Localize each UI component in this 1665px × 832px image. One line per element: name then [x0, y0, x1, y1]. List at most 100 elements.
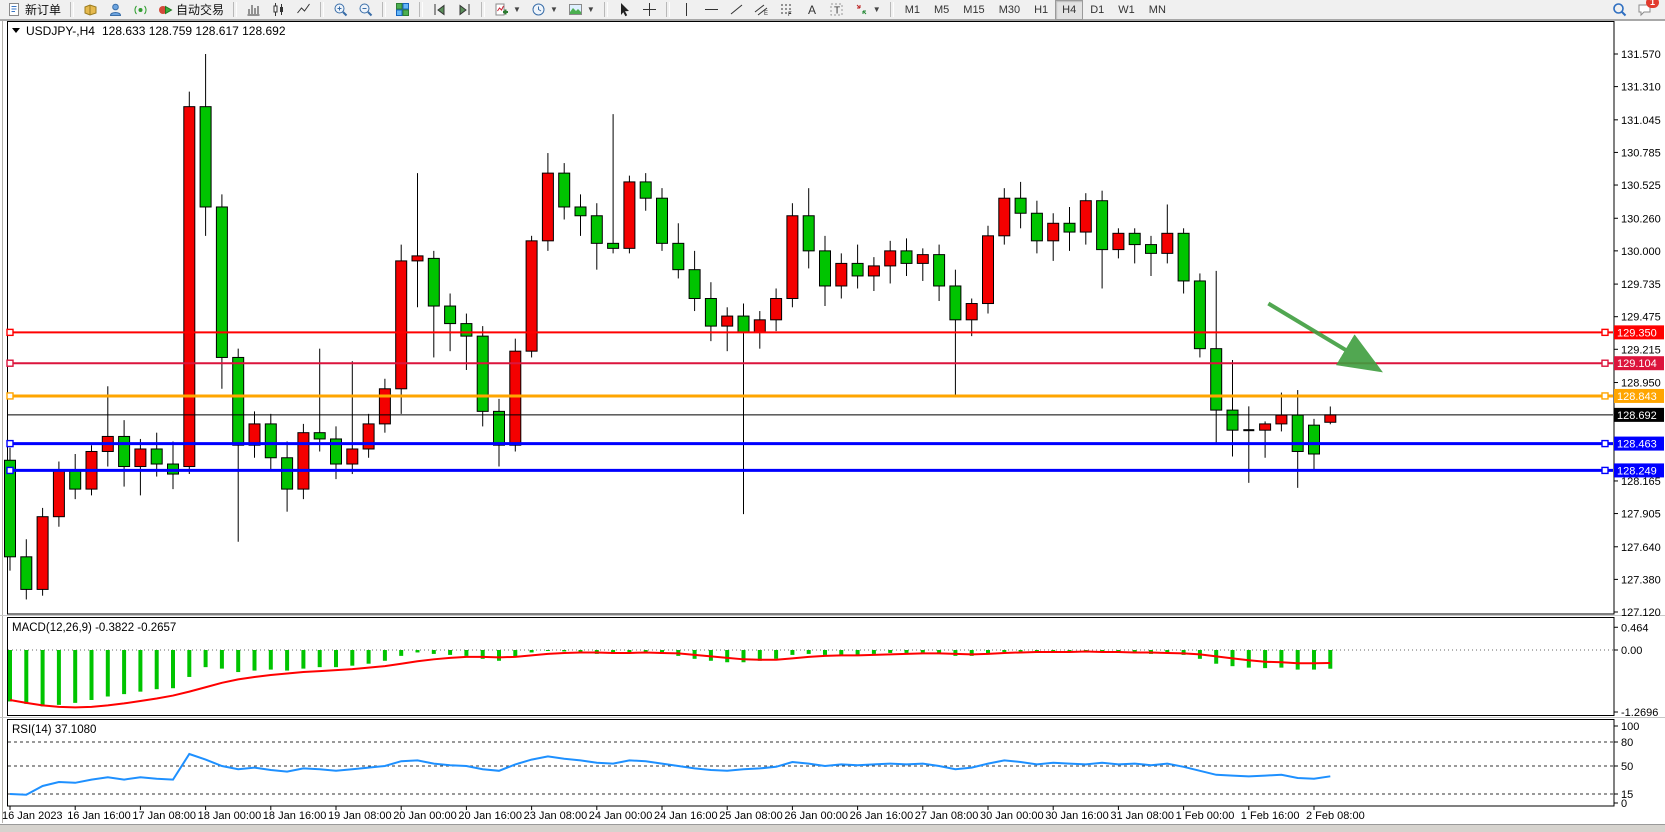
candle-body	[184, 107, 195, 467]
time-tick-label: 26 Jan 00:00	[784, 810, 848, 822]
chart-shift-button[interactable]	[427, 0, 452, 20]
toolbar-group-1: 自动交易	[78, 0, 229, 20]
indicators-button[interactable]: ▼	[489, 0, 526, 20]
auto-scroll-button[interactable]	[452, 0, 477, 20]
price-level-label: 128.692	[1617, 410, 1657, 422]
tf-h4-button[interactable]: H4	[1055, 0, 1083, 20]
level-line-handle	[1602, 467, 1608, 473]
candle-body	[396, 261, 407, 389]
tf-d1-button[interactable]: D1	[1083, 0, 1111, 20]
contacts-button[interactable]	[103, 0, 128, 20]
candle-body	[347, 449, 358, 464]
candle-body	[983, 236, 994, 304]
zoom-in-button[interactable]	[328, 0, 353, 20]
crosshair-button[interactable]	[637, 0, 662, 20]
tiles-glyph	[395, 2, 410, 17]
tf-h1-button-label: H1	[1034, 4, 1048, 16]
history-center-button[interactable]	[78, 0, 103, 20]
periods-button[interactable]: ▼	[526, 0, 563, 20]
search-button[interactable]	[1607, 0, 1632, 20]
tf-m30-button[interactable]: M30	[992, 0, 1027, 20]
candle-body	[1129, 233, 1140, 244]
candle-body	[966, 304, 977, 320]
candle-body	[1146, 245, 1157, 254]
horizontal-line-button[interactable]	[699, 0, 724, 20]
price-tick-label: 128.950	[1621, 378, 1661, 390]
price-level-label: 128.249	[1617, 465, 1657, 477]
candle-body	[657, 198, 668, 243]
time-tick-label: 30 Jan 00:00	[980, 810, 1044, 822]
text-button[interactable]: A	[799, 0, 824, 20]
time-tick-label: 26 Jan 16:00	[850, 810, 914, 822]
clock-glyph	[531, 2, 546, 17]
toolbar-separator	[666, 2, 670, 17]
tf-h4-button-label: H4	[1062, 4, 1076, 16]
tf-m15-button[interactable]: M15	[956, 0, 991, 20]
bar-chart-button[interactable]	[241, 0, 266, 20]
candle-body	[119, 436, 130, 466]
tf-mn-button[interactable]: MN	[1142, 0, 1173, 20]
chat-button[interactable]: 1	[1632, 0, 1657, 20]
candle-body	[265, 424, 276, 458]
candle-body	[738, 316, 749, 332]
toolbar-separator	[890, 2, 894, 17]
price-level-label: 129.350	[1617, 327, 1657, 339]
cursor-button[interactable]	[612, 0, 637, 20]
dropdown-arrow-icon: ▼	[550, 5, 558, 14]
line-chart-button[interactable]	[291, 0, 316, 20]
price-tick-label: 130.785	[1621, 147, 1661, 159]
text-label-button[interactable]: T	[824, 0, 849, 20]
main-pane-border	[8, 22, 1615, 615]
candle-body	[53, 470, 64, 516]
candlestick-button[interactable]	[266, 0, 291, 20]
status-bar	[0, 824, 1665, 832]
autotrade-button[interactable]: 自动交易	[153, 0, 229, 20]
tf-m1-button-label: M1	[905, 4, 920, 16]
zoomin-glyph	[333, 2, 348, 17]
zoom-out-button[interactable]	[353, 0, 378, 20]
candle-body	[868, 266, 879, 276]
tile-windows-button[interactable]	[390, 0, 415, 20]
tf-w1-button-label: W1	[1118, 4, 1135, 16]
level-line-handle	[1602, 360, 1608, 366]
level-line-handle	[7, 360, 13, 366]
candle-body	[705, 299, 716, 327]
tf-m1-button[interactable]: M1	[898, 0, 927, 20]
candle-body	[1015, 198, 1026, 213]
time-tick-label: 2 Feb 08:00	[1306, 810, 1365, 822]
toolbar-group-0: 新订单	[2, 0, 66, 20]
templates-button[interactable]: ▼	[563, 0, 600, 20]
candle-body	[542, 173, 553, 241]
candle-body	[820, 251, 831, 286]
signals-button[interactable]	[128, 0, 153, 20]
book-glyph	[83, 2, 98, 17]
price-tick-label: 129.735	[1621, 279, 1661, 291]
textA-glyph: A	[804, 2, 819, 17]
autoscroll-glyph	[457, 2, 472, 17]
vertical-line-button[interactable]	[674, 0, 699, 20]
arrows-button[interactable]: ▼	[849, 0, 886, 20]
candle-body	[1178, 233, 1189, 281]
toolbar-separator	[419, 2, 423, 17]
chart-canvas[interactable]: 131.570131.310131.045130.785130.525130.2…	[0, 0, 1665, 832]
channel-button[interactable]: E	[749, 0, 774, 20]
tf-m5-button[interactable]: M5	[927, 0, 956, 20]
tf-m30-button-label: M30	[999, 4, 1020, 16]
svg-text:F: F	[788, 12, 792, 17]
toolbar-separator	[233, 2, 237, 17]
price-tick-label: 130.525	[1621, 180, 1661, 192]
rsi-tick-label: 0	[1621, 798, 1627, 810]
candle-body	[1276, 415, 1287, 424]
svg-text:E: E	[764, 11, 768, 17]
time-tick-label: 20 Jan 00:00	[393, 810, 457, 822]
chart-dropdown-icon[interactable]	[12, 28, 20, 33]
candle-body	[216, 207, 227, 357]
tf-w1-button[interactable]: W1	[1111, 0, 1142, 20]
candle-body	[624, 182, 635, 248]
tf-h1-button[interactable]: H1	[1027, 0, 1055, 20]
candle-body	[526, 241, 537, 351]
fibonacci-button[interactable]: F	[774, 0, 799, 20]
price-tick-label: 128.165	[1621, 476, 1661, 488]
trendline-button[interactable]	[724, 0, 749, 20]
new-order-button[interactable]: 新订单	[2, 0, 66, 20]
